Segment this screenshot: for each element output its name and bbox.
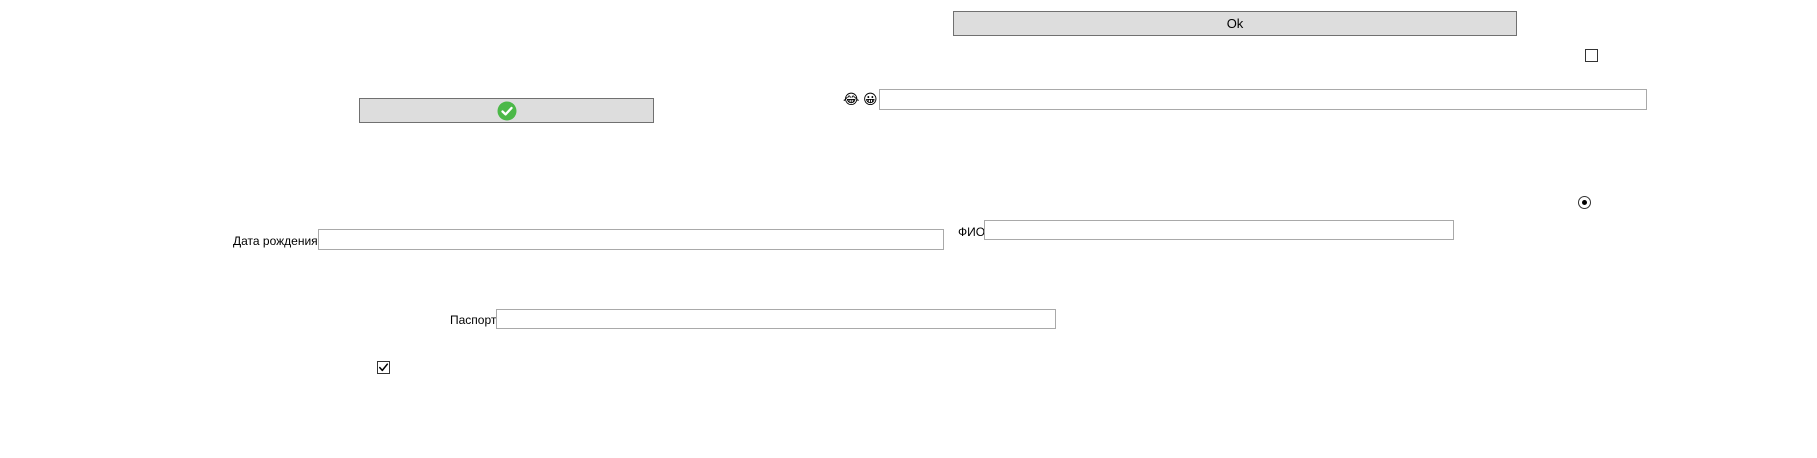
emoji-text-field[interactable] bbox=[879, 89, 1647, 110]
top-checkbox[interactable] bbox=[1585, 49, 1598, 62]
grinning-face-icon: 😀 bbox=[863, 92, 878, 108]
checkmark-icon bbox=[379, 363, 389, 372]
passport-field[interactable] bbox=[496, 309, 1056, 329]
check-circle-icon bbox=[497, 101, 516, 120]
bottom-checkbox[interactable] bbox=[377, 361, 390, 374]
passport-label: Паспорт bbox=[450, 313, 497, 327]
radio-button[interactable] bbox=[1578, 196, 1591, 209]
birth-date-label: Дата рождения bbox=[233, 234, 318, 248]
confirm-button[interactable] bbox=[359, 98, 654, 123]
birth-date-field[interactable] bbox=[318, 229, 944, 250]
fio-label: ФИО bbox=[958, 225, 986, 239]
ok-button[interactable]: Ok bbox=[953, 11, 1517, 36]
fio-field[interactable] bbox=[984, 220, 1454, 240]
grinning-face-with-tears-icon: 😂 bbox=[843, 92, 860, 108]
radio-dot bbox=[1582, 200, 1587, 205]
